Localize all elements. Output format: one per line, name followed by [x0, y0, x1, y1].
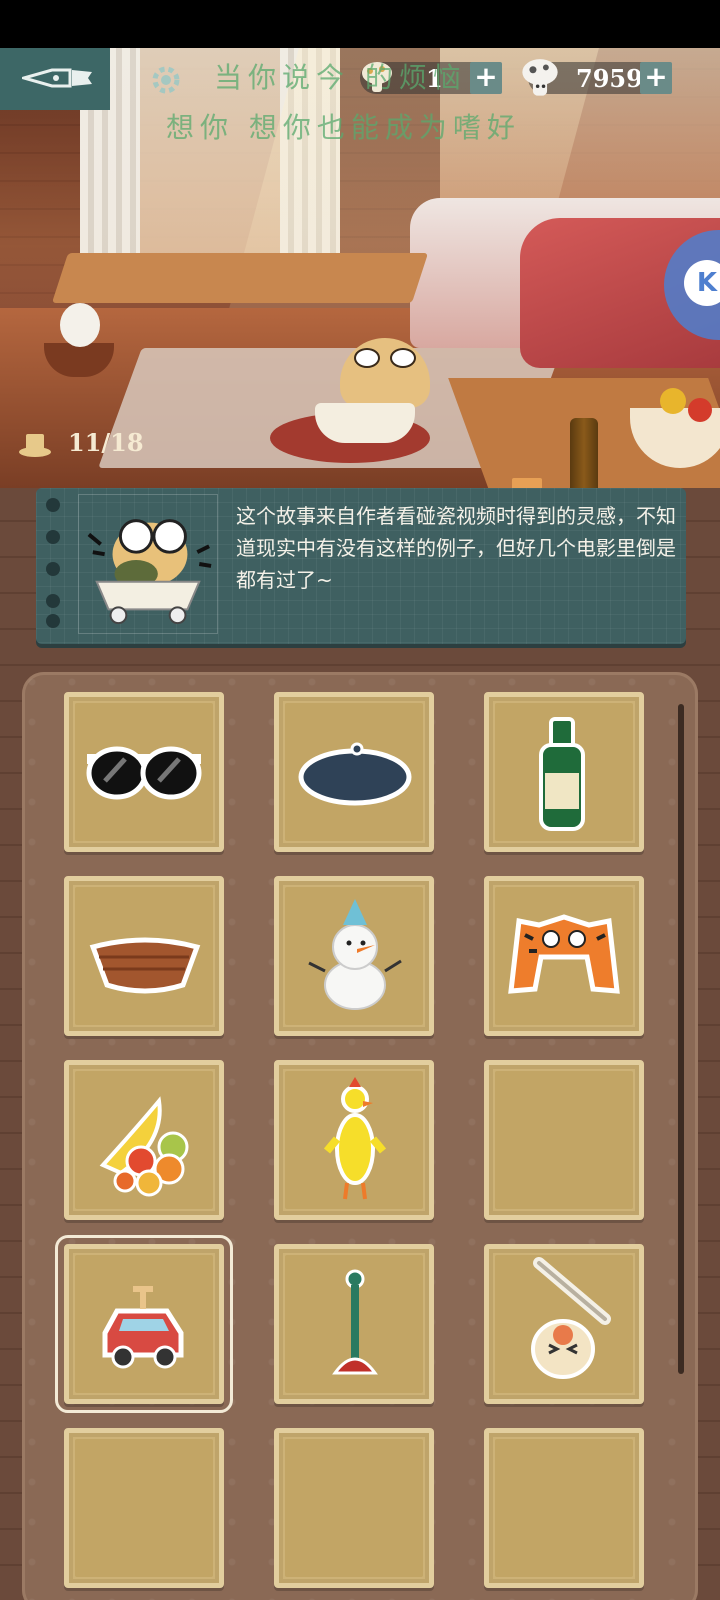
currency-2-add-button[interactable]: + — [640, 62, 672, 94]
inventory-slot-tiger-hat[interactable] — [484, 876, 644, 1036]
inventory-slot-rubber-chicken[interactable] — [274, 1060, 434, 1220]
plunger-icon — [332, 1269, 378, 1375]
cat-in-cart-portrait — [78, 494, 218, 634]
tiger-hat-icon — [508, 914, 620, 994]
inventory-slot-empty[interactable] — [484, 1060, 644, 1220]
inventory-slot-toy-car[interactable] — [55, 1235, 233, 1413]
snowman-icon — [308, 899, 402, 1010]
binder-hole — [46, 594, 60, 608]
story-description: 这个故事来自作者看碰瓷视频时得到的灵感，不知道现实中有没有这样的例子，但好几个电… — [236, 504, 676, 592]
beret-icon — [298, 742, 412, 806]
inventory-slot-empty[interactable] — [484, 1428, 644, 1588]
cart — [315, 403, 415, 443]
inventory-slot-fruit[interactable] — [64, 1060, 224, 1220]
mushroom-character-icon — [522, 59, 558, 96]
status-bar — [0, 0, 720, 48]
inventory-slot-basket[interactable] — [64, 876, 224, 1036]
collection-progress: 11/18 — [68, 428, 144, 457]
bottle-icon — [539, 717, 585, 831]
rubber-chicken-icon — [323, 1077, 387, 1200]
quill-back-icon — [22, 68, 92, 88]
fruit-orange — [660, 388, 686, 414]
fruit-icon — [99, 1096, 189, 1197]
binder-hole — [46, 614, 60, 628]
inventory-slot-empty[interactable] — [64, 1428, 224, 1588]
binder-hole — [46, 562, 60, 576]
scene-glass — [512, 478, 542, 488]
inventory-slot-cat-stick[interactable] — [484, 1244, 644, 1404]
cat-eye-left — [354, 348, 380, 368]
inventory-slot-snowman[interactable] — [274, 876, 434, 1036]
inventory-slot-beret[interactable] — [274, 692, 434, 852]
binder-hole — [46, 498, 60, 512]
binder-hole — [46, 530, 60, 544]
basket-icon — [89, 937, 201, 994]
fruit-apple — [688, 398, 712, 422]
toy-car-icon — [102, 1286, 184, 1369]
inventory-slot-sunglasses[interactable] — [64, 692, 224, 852]
inventory-scrollbar[interactable] — [678, 704, 684, 1374]
overlay-text-line-1: 当你说今 的烦恼 — [214, 61, 467, 94]
currency-1-add-button[interactable]: + — [470, 62, 502, 94]
inventory-slot-empty[interactable] — [274, 1428, 434, 1588]
gear-icon[interactable] — [148, 62, 184, 98]
overlay-text-line-2: 想你 想你也能成为嗜好 — [166, 111, 521, 144]
inventory-slot-plunger[interactable] — [274, 1244, 434, 1404]
bench[interactable] — [51, 253, 429, 303]
inventory-slot-bottle[interactable] — [484, 692, 644, 852]
cat-stick-icon — [531, 1257, 611, 1379]
currency-2-value: 7959 — [576, 64, 643, 93]
scene-bottle[interactable] — [570, 418, 598, 488]
scene-snowman[interactable] — [60, 303, 100, 347]
cat-eye-right — [390, 348, 416, 368]
top-hat-icon — [19, 434, 51, 457]
sunglasses-icon — [86, 746, 202, 800]
